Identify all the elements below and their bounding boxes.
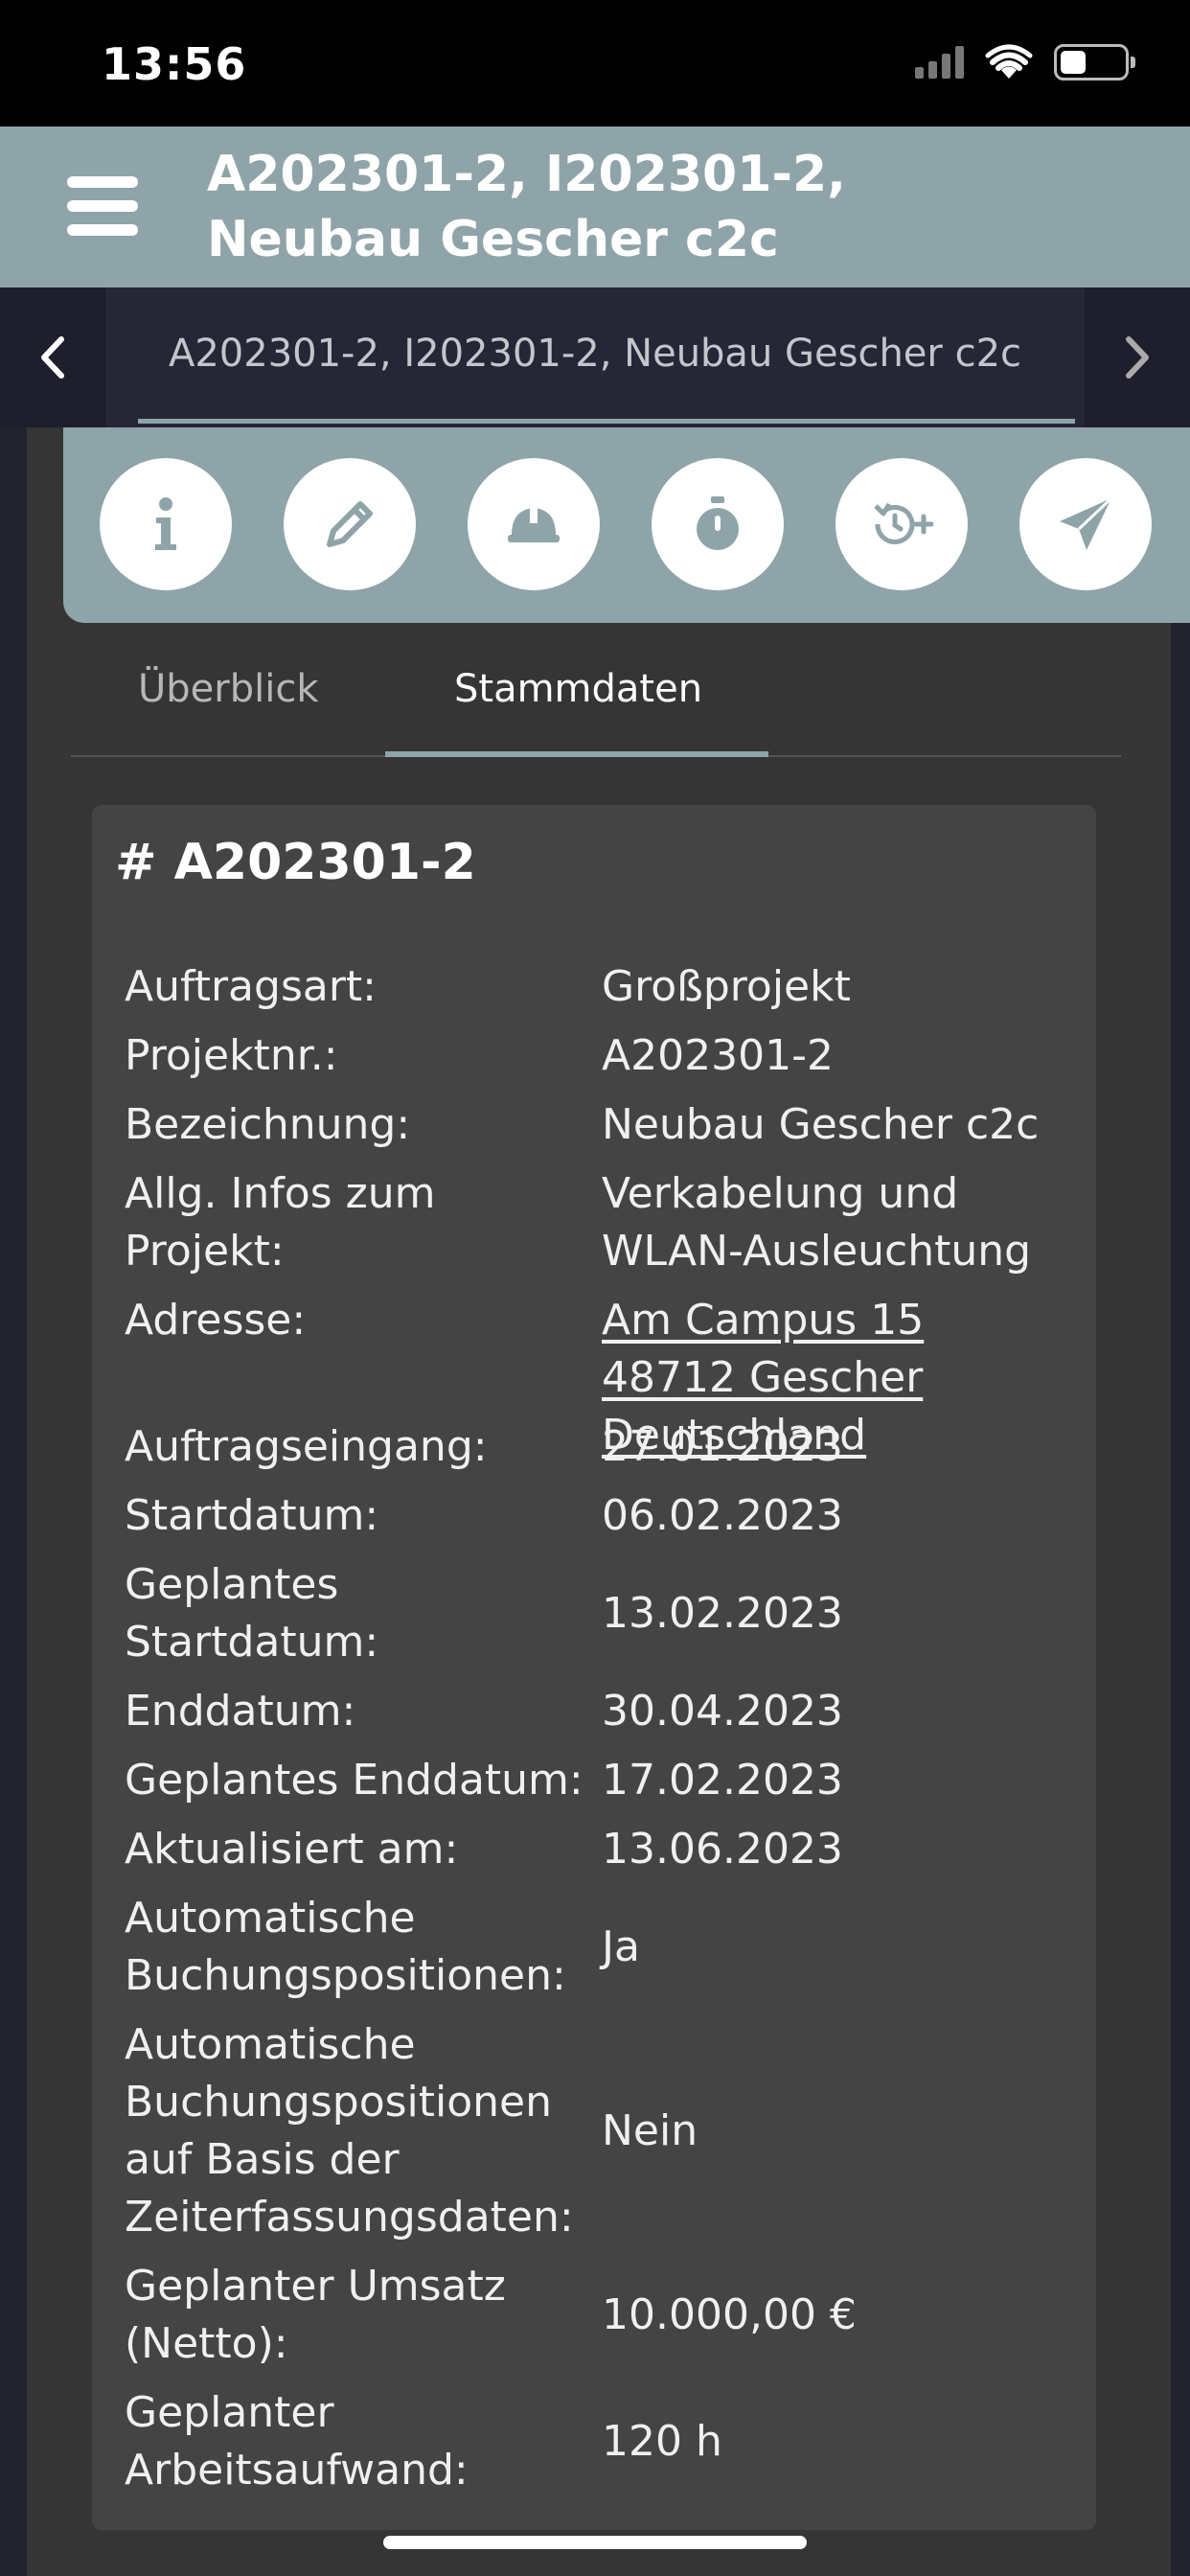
action-bar [63, 427, 1190, 623]
cellular-signal-icon [915, 46, 964, 79]
row-value: 27.01.2023 [602, 1422, 843, 1471]
row-label: Bezeichnung: [125, 1100, 411, 1149]
chevron-right-icon [1126, 336, 1149, 379]
row-value: Ja [602, 1922, 640, 1971]
next-button[interactable] [1085, 288, 1190, 427]
timer-button[interactable] [652, 458, 784, 590]
row-label: Allg. Infos zum Projekt: [125, 1169, 436, 1276]
row-label: Projektnr.: [125, 1031, 338, 1080]
battery-icon [1054, 44, 1135, 80]
info-icon [155, 497, 176, 550]
row-label: Aktualisiert am: [125, 1825, 459, 1874]
helmet-icon [508, 504, 560, 542]
row-value: 10.000,00 € [602, 2290, 857, 2339]
wifi-icon [985, 44, 1033, 79]
status-icons [915, 44, 1135, 80]
record-navigator-label: A202301-2, I202301-2, Neubau Gescher c2c [168, 332, 1022, 376]
row-value: Neubau Gescher c2c [602, 1100, 1040, 1149]
scrollbar-track[interactable] [1171, 613, 1190, 2576]
row-label: Automatische Buchungspositionen: [125, 1894, 566, 2000]
row-value: 06.02.2023 [602, 1491, 843, 1540]
row-value: Verkabelung und WLAN-Ausleuchtung [602, 1169, 1032, 1276]
row-label: Geplanter Umsatz (Netto): [125, 2262, 506, 2368]
row-label: Enddatum: [125, 1687, 356, 1736]
history-add-icon [874, 502, 934, 544]
row-label: Geplantes Startdatum: [125, 1560, 379, 1667]
edit-button[interactable] [284, 458, 416, 590]
history-add-button[interactable] [835, 458, 968, 590]
row-value: Nein [602, 2106, 698, 2155]
page-title-line-2: Neubau Gescher c2c [207, 211, 779, 268]
row-value: 13.02.2023 [602, 1589, 843, 1638]
tab-overview[interactable]: Überblick [138, 667, 319, 711]
page-title: A202301-2, I202301-2, Neubau Gescher c2c [207, 142, 1146, 272]
app-header: A202301-2, I202301-2, Neubau Gescher c2c [0, 126, 1190, 288]
row-value: 13.06.2023 [602, 1825, 843, 1874]
row-label: Startdatum: [125, 1491, 379, 1540]
stopwatch-icon [697, 496, 739, 550]
send-icon [1060, 496, 1113, 550]
row-label: Adresse: [125, 1296, 307, 1345]
safety-button[interactable] [468, 458, 600, 590]
info-button[interactable] [100, 458, 232, 590]
pencil-icon [327, 501, 373, 547]
status-bar: 13:56 [0, 0, 1190, 126]
row-label: Auftragsart: [125, 962, 377, 1011]
row-label: Geplanter Arbeitsaufwand: [125, 2388, 469, 2495]
tab-stammdaten[interactable]: Stammdaten [454, 667, 702, 711]
tab-bar: Überblick Stammdaten [71, 632, 1121, 757]
chevron-left-icon [41, 336, 64, 379]
send-button[interactable] [1019, 458, 1152, 590]
page-title-line-1: A202301-2, I202301-2, [207, 146, 846, 203]
row-value: 17.02.2023 [602, 1756, 843, 1805]
previous-button[interactable] [0, 288, 105, 427]
record-navigator: A202301-2, I202301-2, Neubau Gescher c2c [0, 288, 1190, 427]
status-time: 13:56 [102, 38, 247, 90]
left-edge [0, 427, 27, 2576]
menu-icon[interactable] [67, 176, 138, 236]
active-tab-indicator [385, 751, 768, 757]
row-label: Auftragseingang: [125, 1422, 488, 1471]
row-value: 120 h [602, 2417, 722, 2466]
row-value: A202301-2 [602, 1031, 834, 1080]
home-indicator[interactable] [383, 2536, 807, 2549]
row-value: 30.04.2023 [602, 1687, 843, 1736]
card-title: # A202301-2 [115, 834, 476, 891]
row-label: Automatische Buchungspositionen auf Basi… [125, 2020, 574, 2242]
row-value: Großprojekt [602, 962, 851, 1011]
record-navigator-underline [138, 419, 1075, 424]
master-data-card: # A202301-2 Auftragsart: Großprojekt Pro… [92, 805, 1096, 2530]
row-label: Geplantes Enddatum: [125, 1756, 584, 1805]
